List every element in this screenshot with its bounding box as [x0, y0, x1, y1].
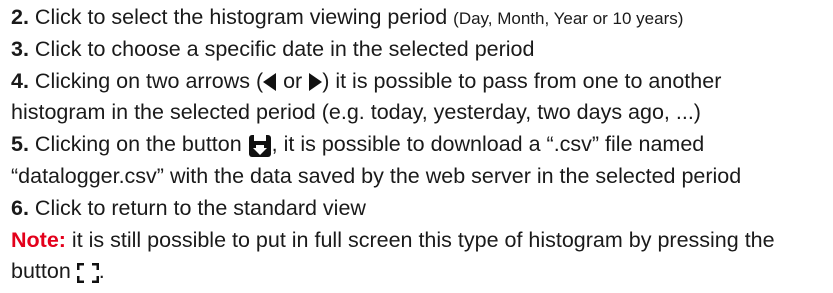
item-4-line-2: histogram in the selected period (e.g. t…	[11, 100, 701, 125]
item-5-line-2: “datalogger.csv” with the data saved by …	[11, 163, 742, 188]
item-2-period-options: (Day, Month, Year or 10 years)	[453, 9, 684, 28]
note-text-line-2b: .	[98, 259, 105, 284]
note-label: Note:	[11, 227, 66, 252]
item-4-number: 4.	[11, 68, 29, 93]
item-3: 3. Click to choose a specific date in th…	[11, 34, 829, 66]
item-2-number: 2.	[11, 5, 29, 29]
item-4: 4. Clicking on two arrows ( or ) it is p…	[11, 66, 829, 98]
note-line-2: button .	[11, 256, 829, 288]
left-triangle-arrow-icon	[263, 72, 277, 91]
item-6: 6. Click to return to the standard view	[11, 193, 829, 225]
item-6-number: 6.	[11, 195, 29, 220]
right-triangle-arrow-icon	[308, 72, 323, 91]
item-2: 2. Click to select the histogram viewing…	[11, 2, 829, 34]
item-5-text-a: Clicking on the button	[28, 132, 248, 157]
instructions-text: 2. Click to select the histogram viewing…	[11, 2, 829, 288]
item-5-number: 5.	[11, 132, 29, 157]
note-text: it is still possible to put in full scre…	[65, 227, 775, 252]
fullscreen-corners-icon	[76, 262, 99, 283]
item-3-text: Click to choose a specific date in the s…	[28, 36, 535, 61]
note: Note: it is still possible to put in ful…	[11, 225, 829, 257]
item-4-text-a: Clicking on two arrows (	[28, 68, 264, 93]
item-4-text-c: ) it is possible to pass from one to ano…	[322, 68, 722, 93]
item-2-text: Click to select the histogram viewing pe…	[28, 5, 454, 29]
item-4-text-b: or	[277, 68, 309, 93]
download-save-icon	[248, 134, 272, 158]
item-3-number: 3.	[11, 36, 29, 61]
item-5-text-b: , it is possible to download a “.csv” fi…	[271, 132, 705, 157]
item-6-text: Click to return to the standard view	[28, 195, 366, 220]
item-5: 5. Clicking on the button , it is possib…	[11, 129, 829, 161]
note-text-line-2a: button	[11, 259, 77, 284]
